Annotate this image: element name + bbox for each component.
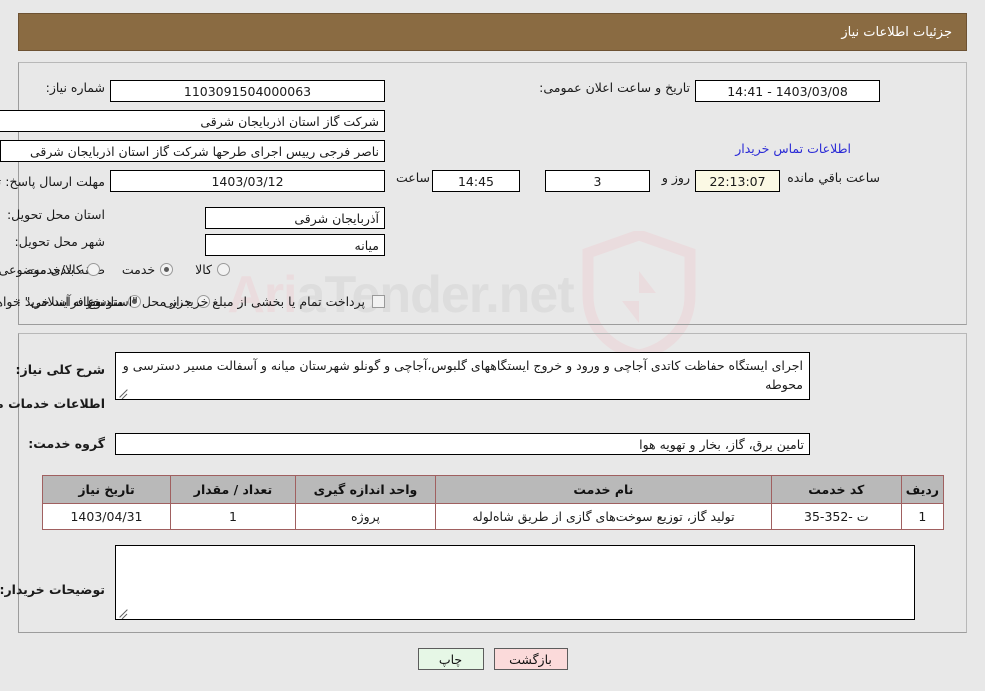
subject-category-option-2[interactable]: کالا/خدمت (27, 262, 100, 277)
services-heading-row: اطلاعات خدمات مورد نیاز (0, 396, 105, 411)
subject-category-radio-group: کالا خدمت کالا/خدمت (27, 262, 230, 277)
cell-quantity: 1 (170, 503, 296, 530)
th-quantity: تعداد / مقدار (170, 475, 296, 504)
need-number-field[interactable]: 1103091504000063 (110, 80, 385, 102)
cell-need-date: 1403/04/31 (42, 503, 171, 530)
back-button[interactable]: بازگشت (493, 648, 568, 670)
countdown-timer-field: 22:13:07 (695, 170, 780, 192)
subject-category-radio-1[interactable] (160, 263, 174, 276)
buyer-contact-link[interactable]: اطلاعات تماس خریدار (735, 141, 851, 156)
deadline-hour-field[interactable]: 14:45 (432, 170, 520, 192)
delivery-city-label: شهر محل تحویل: (14, 234, 105, 249)
subject-category-radio-label-2: کالا/خدمت (27, 262, 82, 277)
delivery-province-field[interactable]: آذربایجان شرقی (205, 207, 385, 229)
buyer-notes-label: توضیحات خریدار: (0, 582, 105, 597)
table-header-row: ردیف کد خدمت نام خدمت واحد اندازه گیری ت… (42, 475, 945, 504)
service-group-label: گروه خدمت: (28, 436, 105, 451)
service-group-label-row: گروه خدمت: (28, 436, 105, 451)
services-table: ردیف کد خدمت نام خدمت واحد اندازه گیری ت… (42, 475, 945, 530)
requester-field[interactable]: ناصر فرجی رییس اجرای طرحها شرکت گاز استا… (0, 140, 385, 162)
general-description-label-row: شرح کلی نیاز: (16, 362, 105, 377)
countdown-label-row: ساعت باقي مانده (787, 170, 880, 185)
th-row-no: ردیف (900, 475, 945, 504)
resize-grip-icon[interactable] (118, 606, 130, 618)
th-need-date: تاریخ نیاز (42, 475, 171, 504)
subject-category-option-1[interactable]: خدمت (121, 262, 174, 277)
treasury-docs-checkbox[interactable] (372, 295, 385, 308)
treasury-docs-label: پرداخت تمام یا بخشی از مبلغ خرید،از محل … (0, 294, 365, 309)
cell-service-name: تولید گاز، توزیع سوخت‌های گازی از طریق ش… (435, 503, 772, 530)
resize-grip-icon[interactable] (118, 386, 130, 398)
page-title: جزئیات اطلاعات نیاز (841, 24, 952, 40)
delivery-city-field[interactable]: میانه (205, 234, 385, 256)
service-group-field[interactable]: تامین برق، گاز، بخار و تهویه هوا (115, 433, 810, 455)
announcement-label: تاریخ و ساعت اعلان عمومی: (539, 80, 690, 95)
th-service-code: کد خدمت (770, 475, 902, 504)
remaining-days-field: 3 (545, 170, 650, 192)
remaining-days-label-row: روز و (662, 170, 690, 185)
subject-category-radio-2[interactable] (86, 263, 100, 276)
subject-category-option-0[interactable]: کالا (195, 262, 230, 277)
deadline-hour-label-row: ساعت (396, 170, 430, 185)
deadline-date-field[interactable]: 1403/03/12 (110, 170, 385, 192)
buyer-notes-textarea[interactable] (115, 545, 915, 620)
delivery-city-label-row: شهر محل تحویل: (15, 234, 105, 249)
subject-category-radio-0[interactable] (217, 263, 230, 276)
delivery-province-label-row: استان محل تحویل: (7, 207, 105, 222)
buyer-org-field[interactable]: شرکت گاز استان اذربایجان شرقی (0, 110, 385, 132)
delivery-province-label: استان محل تحویل: (6, 207, 105, 222)
subject-category-radio-label-0: کالا (195, 262, 212, 277)
buyer-contact-link-row: اطلاعات تماس خریدار (735, 141, 851, 156)
general-description-textarea[interactable]: اجرای ایستگاه حفاظت کاتدی آجاچی و ورود و… (115, 352, 810, 400)
deadline-hour-label: ساعت (395, 170, 430, 185)
remaining-days-label: روز و (661, 170, 690, 185)
cell-service-code: ت -352-35 (770, 503, 902, 530)
announcement-label-row: تاریخ و ساعت اعلان عمومی: (539, 80, 690, 95)
buyer-notes-label-row: توضیحات خریدار: (0, 582, 105, 597)
th-service-name: نام خدمت (435, 475, 772, 504)
countdown-label: ساعت باقي مانده (787, 170, 880, 185)
services-heading: اطلاعات خدمات مورد نیاز (0, 396, 105, 411)
deadline-label-row: مهلت ارسال پاسخ: تا تاریخ: (0, 170, 105, 192)
general-description-text: اجرای ایستگاه حفاظت کاتدی آجاچی و ورود و… (122, 358, 803, 393)
announcement-datetime-field[interactable]: 1403/03/08 - 14:41 (695, 80, 880, 102)
th-unit: واحد اندازه گیری (295, 475, 436, 504)
need-number-label-row: شماره نیاز: (46, 80, 105, 95)
page-title-bar: جزئیات اطلاعات نیاز (18, 13, 967, 51)
general-description-label: شرح کلی نیاز: (15, 362, 105, 377)
treasury-docs-checkbox-row[interactable]: پرداخت تمام یا بخشی از مبلغ خرید،از محل … (0, 294, 385, 309)
subject-category-radio-label-1: خدمت (121, 262, 156, 277)
cell-row-no: 1 (900, 503, 945, 530)
cell-unit: پروژه (295, 503, 436, 530)
print-button[interactable]: چاپ (417, 648, 484, 670)
deadline-label: مهلت ارسال پاسخ: تا تاریخ: (0, 174, 105, 189)
need-number-label: شماره نیاز: (45, 80, 105, 95)
table-row[interactable]: 1 ت -352-35 تولید گاز، توزیع سوخت‌های گا… (42, 503, 945, 530)
action-button-bar: بازگشت چاپ (0, 648, 985, 670)
